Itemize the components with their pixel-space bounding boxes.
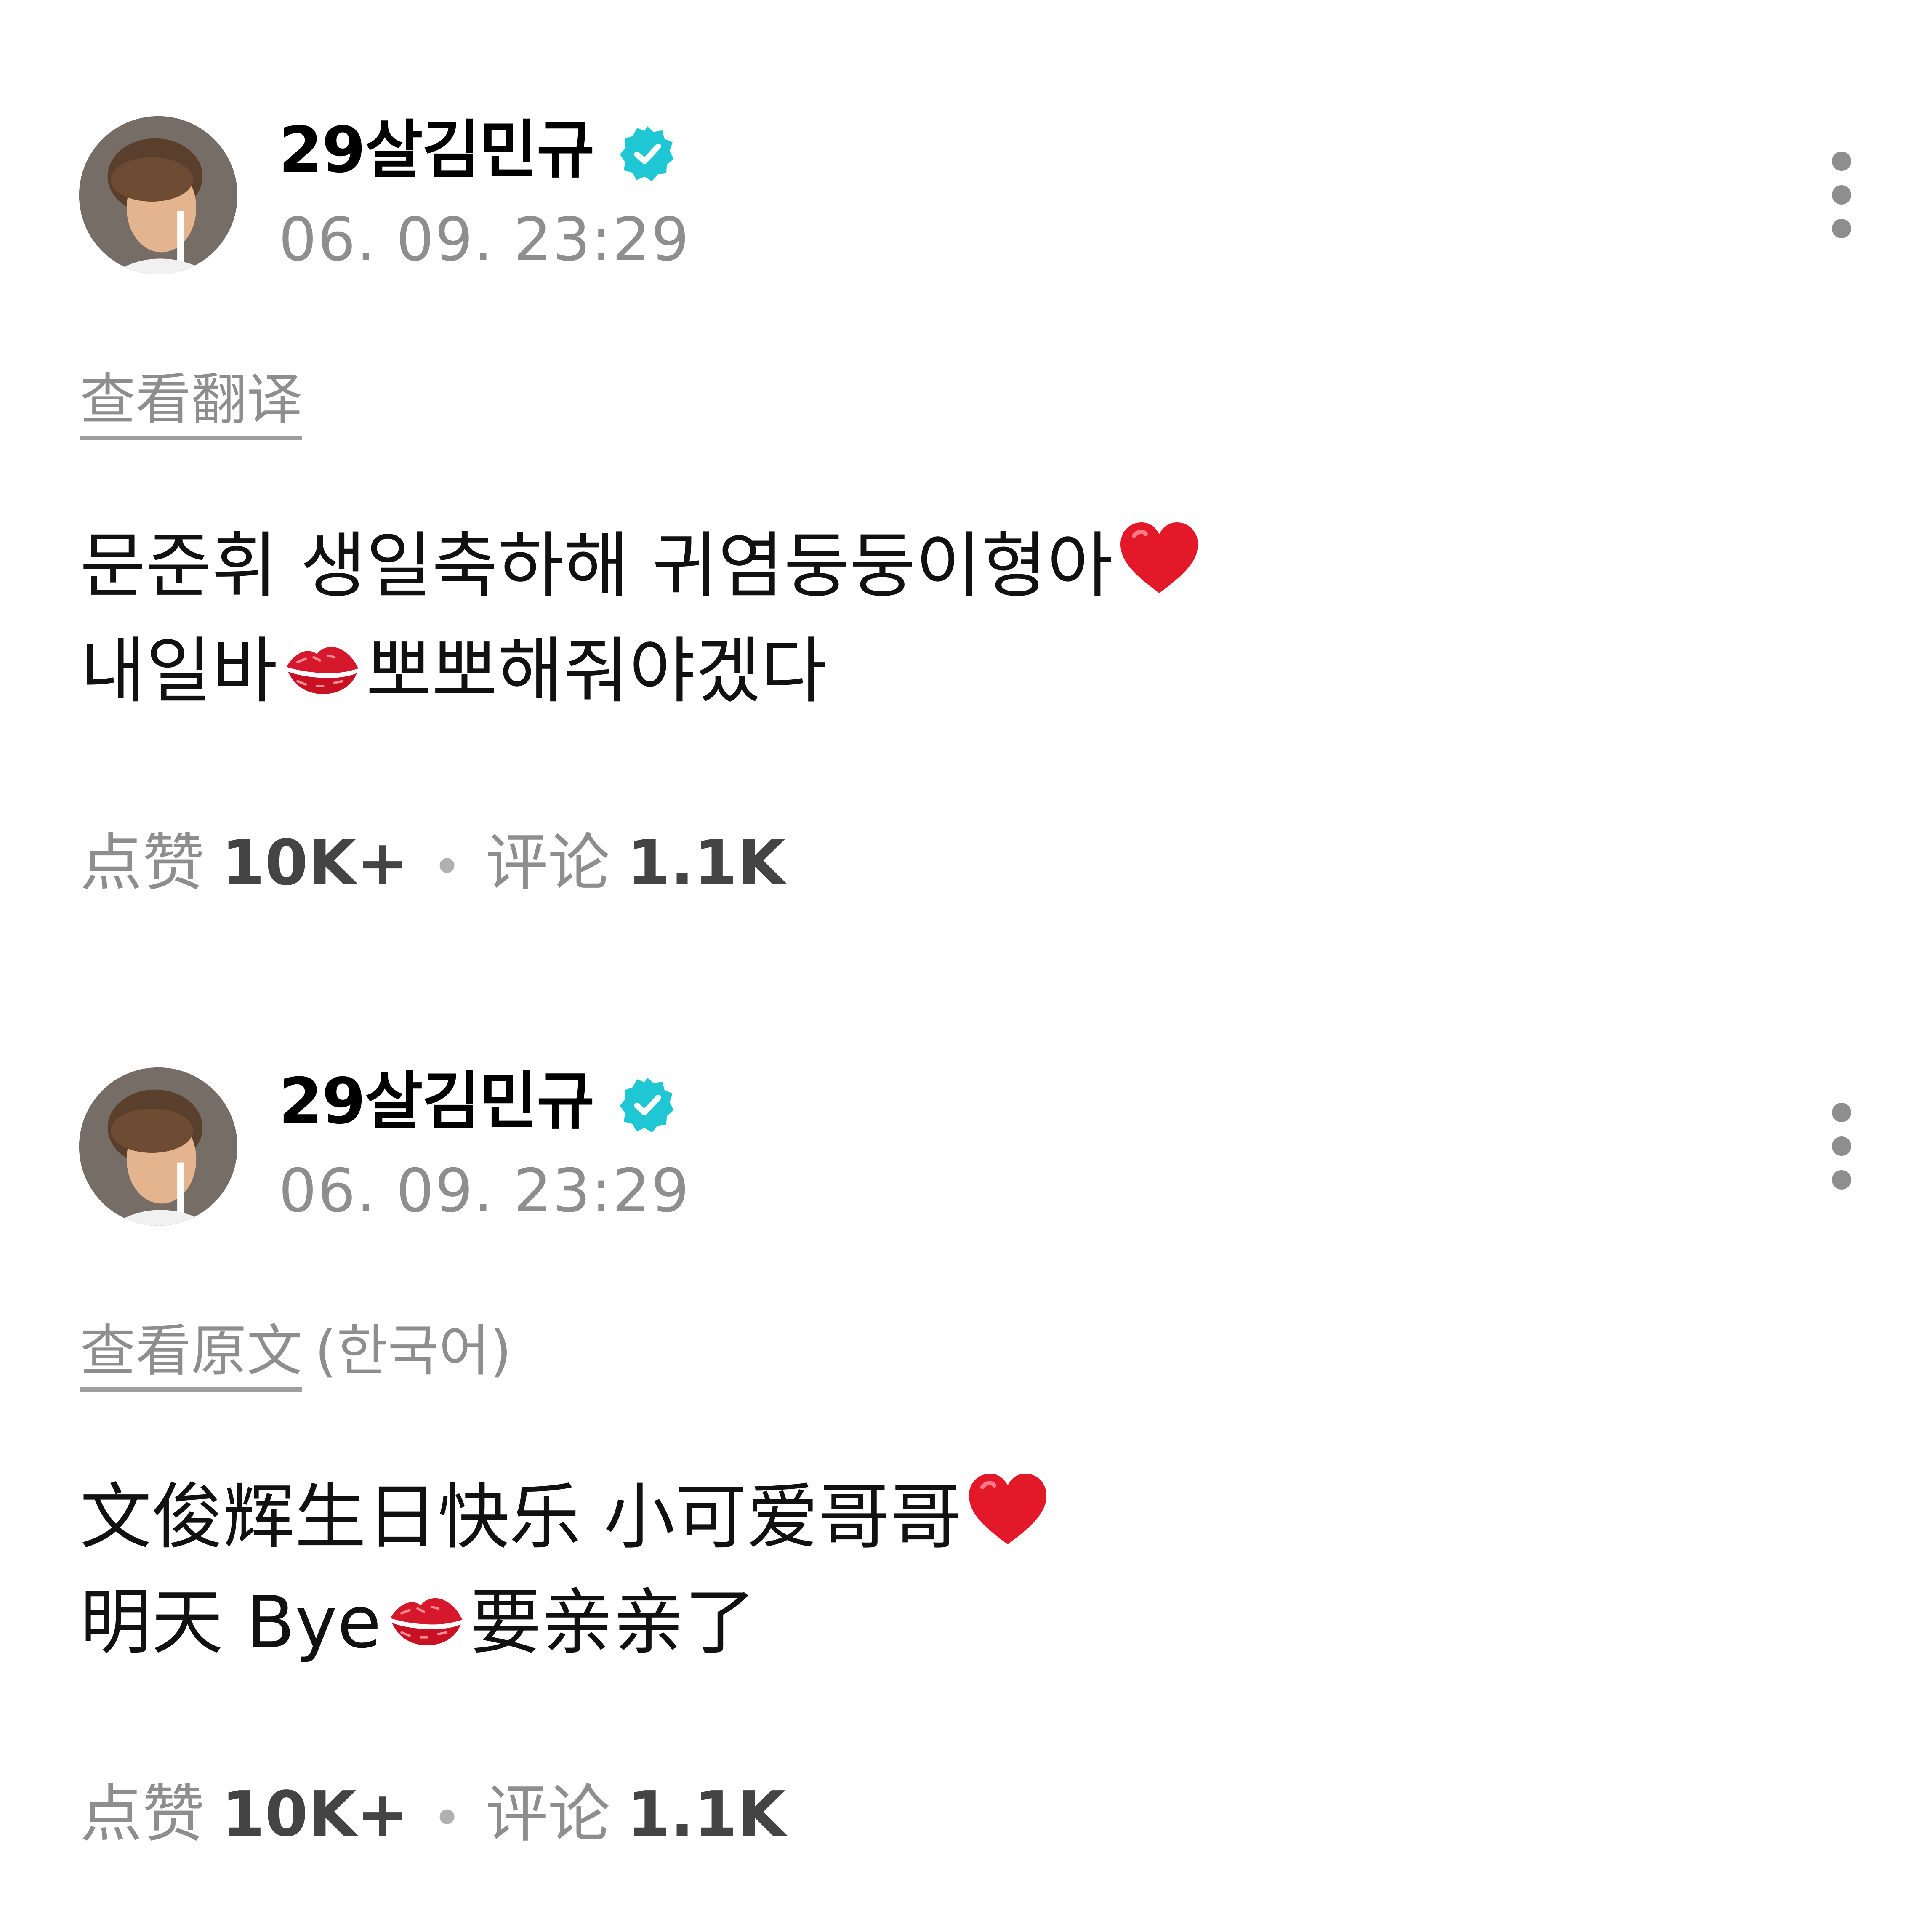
content-text: 要亲亲了 — [469, 1581, 756, 1664]
content-text: 내일바 — [80, 630, 278, 713]
red-heart-icon — [1117, 519, 1201, 603]
avatar-photo — [79, 116, 237, 274]
translate-row: 查看原文 (한국어) — [80, 1317, 511, 1393]
post-content: 문준휘 생일축하해 귀염둥둥이형아 내일바 뽀뽀해줘야겠다 — [80, 514, 1848, 724]
kiss-mark-icon — [282, 628, 362, 708]
comments-count: 1.1K — [627, 1778, 786, 1850]
post-card: 29살김민규 06. 09. 23:29 查看翻译 문준휘 생일축하해 귀염둥둥… — [0, 0, 1932, 951]
view-translation-link[interactable]: 查看翻译 — [80, 366, 302, 440]
likes-stat[interactable]: 点赞 10K+ — [80, 827, 409, 899]
author-name[interactable]: 29살김민규 — [279, 110, 595, 190]
content-text: 뽀뽀해줘야겠다 — [366, 630, 827, 713]
likes-label: 点赞 — [80, 827, 205, 899]
post-timestamp: 06. 09. 23:29 — [279, 1156, 690, 1226]
author-name[interactable]: 29살김민규 — [279, 1062, 595, 1142]
comments-label: 评论 — [485, 827, 610, 899]
avatar[interactable] — [79, 1067, 237, 1226]
content-line: 明天 Bye 要亲亲了 — [80, 1570, 1848, 1675]
verified-badge-icon — [619, 1076, 676, 1133]
likes-stat[interactable]: 点赞 10K+ — [80, 1778, 409, 1850]
original-language: (한국어) — [315, 1319, 512, 1384]
content-line: 내일바 뽀뽀해줘야겠다 — [80, 619, 1848, 724]
comments-stat[interactable]: 评论 1.1K — [485, 827, 785, 899]
translate-row: 查看翻译 — [80, 366, 315, 442]
view-original-link[interactable]: 查看原文 — [80, 1317, 302, 1392]
post-stats: 点赞 10K+ • 评论 1.1K — [80, 1776, 785, 1857]
post-timestamp: 06. 09. 23:29 — [279, 205, 690, 274]
content-text: 文俊辉生日快乐 小可爱哥哥 — [80, 1476, 962, 1559]
comments-count: 1.1K — [627, 827, 786, 899]
content-text: 明天 Bye — [80, 1581, 381, 1664]
likes-count: 10K+ — [221, 1778, 409, 1850]
comments-label: 评论 — [485, 1778, 610, 1850]
more-options-icon[interactable] — [1823, 1103, 1860, 1216]
content-line: 문준휘 생일축하해 귀염둥둥이형아 — [80, 514, 1848, 619]
post-stats: 点赞 10K+ • 评论 1.1K — [80, 825, 785, 905]
post-card: 29살김민규 06. 09. 23:29 查看原文 (한국어) 文俊辉生日快乐 小… — [0, 951, 1932, 1903]
separator-dot-icon: • — [432, 838, 462, 897]
likes-label: 点赞 — [80, 1778, 205, 1850]
kiss-mark-icon — [386, 1580, 466, 1660]
red-heart-icon — [966, 1470, 1050, 1554]
post-content: 文俊辉生日快乐 小可爱哥哥 明天 Bye 要亲亲了 — [80, 1465, 1848, 1675]
content-text: 문준휘 생일축하해 귀염둥둥이형아 — [80, 524, 1113, 608]
comments-stat[interactable]: 评论 1.1K — [485, 1778, 785, 1850]
verified-badge-icon — [619, 125, 676, 182]
avatar-photo — [79, 1067, 237, 1226]
avatar[interactable] — [79, 116, 237, 274]
separator-dot-icon: • — [432, 1789, 462, 1848]
more-options-icon[interactable] — [1823, 152, 1860, 265]
content-line: 文俊辉生日快乐 小可爱哥哥 — [80, 1465, 1848, 1570]
likes-count: 10K+ — [221, 827, 409, 899]
